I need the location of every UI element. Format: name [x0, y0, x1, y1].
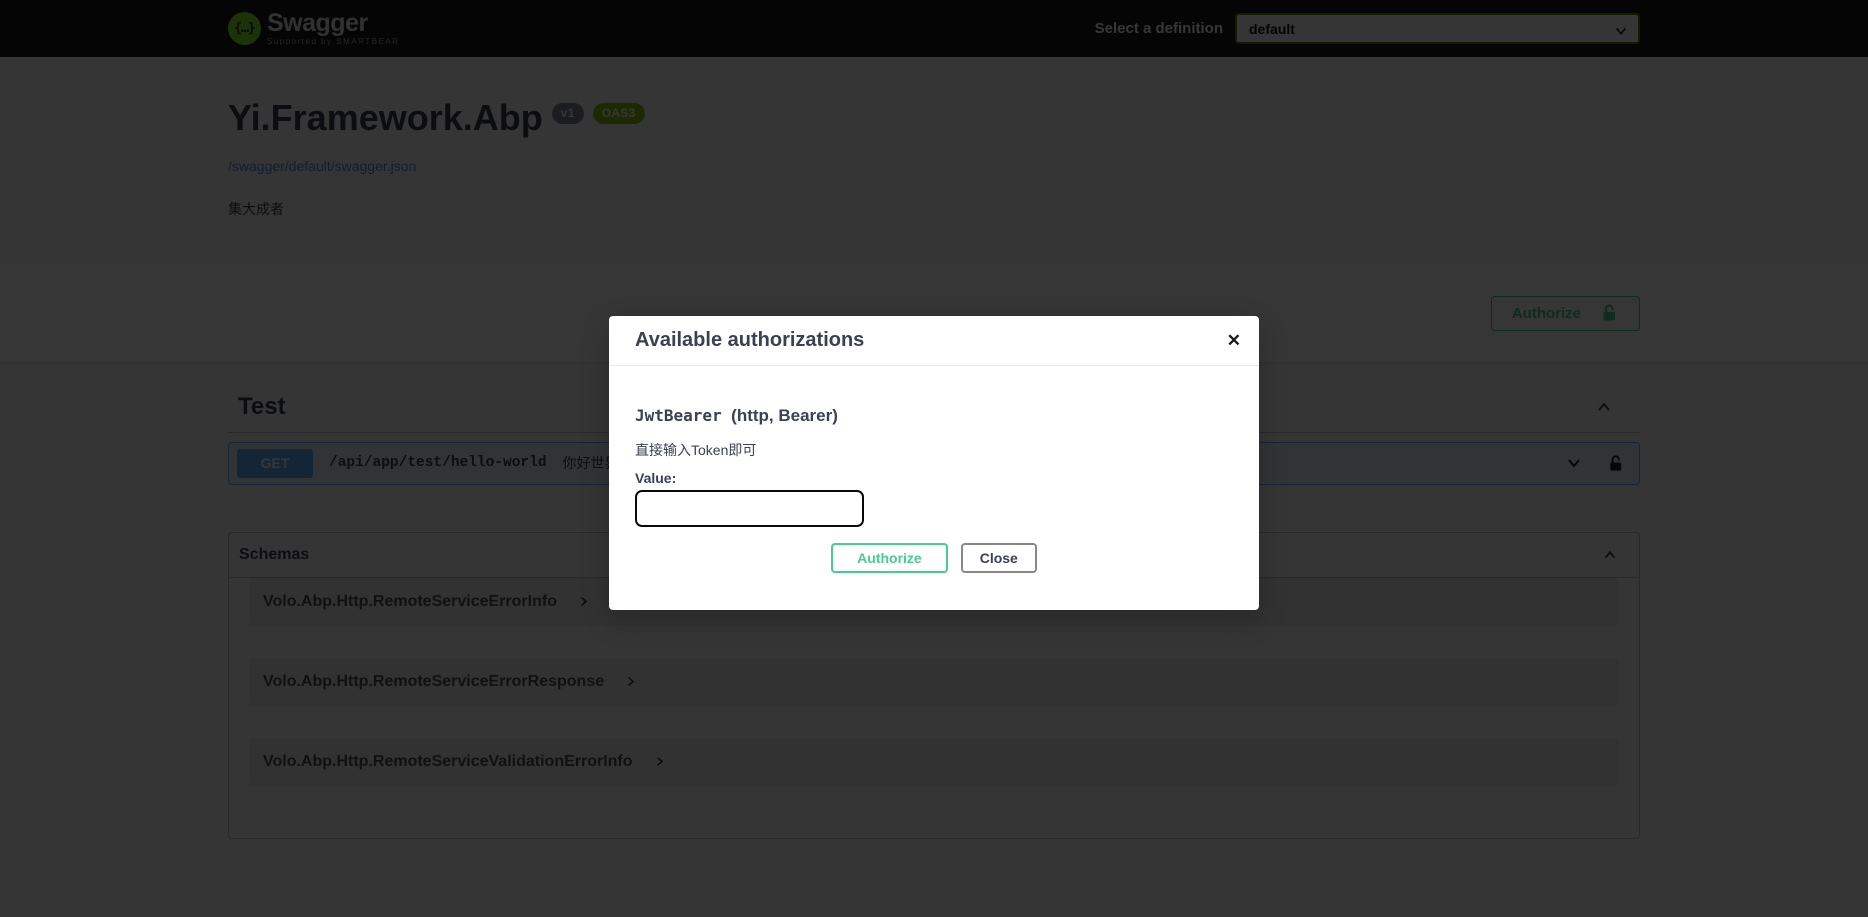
close-icon[interactable]: ✕ — [1223, 328, 1245, 353]
auth-scheme-name: JwtBearer — [635, 406, 722, 425]
auth-scheme-type: (http, Bearer) — [731, 406, 838, 425]
modal-close-button[interactable]: Close — [961, 543, 1037, 573]
token-value-input[interactable] — [635, 490, 864, 527]
authorizations-modal: Available authorizations ✕ JwtBearer (ht… — [609, 316, 1259, 610]
modal-button-row: Authorize Close — [635, 543, 1233, 573]
value-label: Value: — [635, 470, 1233, 486]
modal-header: Available authorizations ✕ — [609, 316, 1259, 366]
auth-scheme-heading: JwtBearer (http, Bearer) — [635, 406, 1233, 426]
auth-scheme-description: 直接输入Token即可 — [635, 440, 1233, 460]
swagger-ui-page: {…} Swagger Supported by SMARTBEAR Selec… — [0, 0, 1868, 917]
modal-authorize-button[interactable]: Authorize — [831, 543, 948, 573]
modal-title: Available authorizations — [635, 329, 1223, 352]
modal-content: JwtBearer (http, Bearer) 直接输入Token即可 Val… — [609, 406, 1259, 610]
